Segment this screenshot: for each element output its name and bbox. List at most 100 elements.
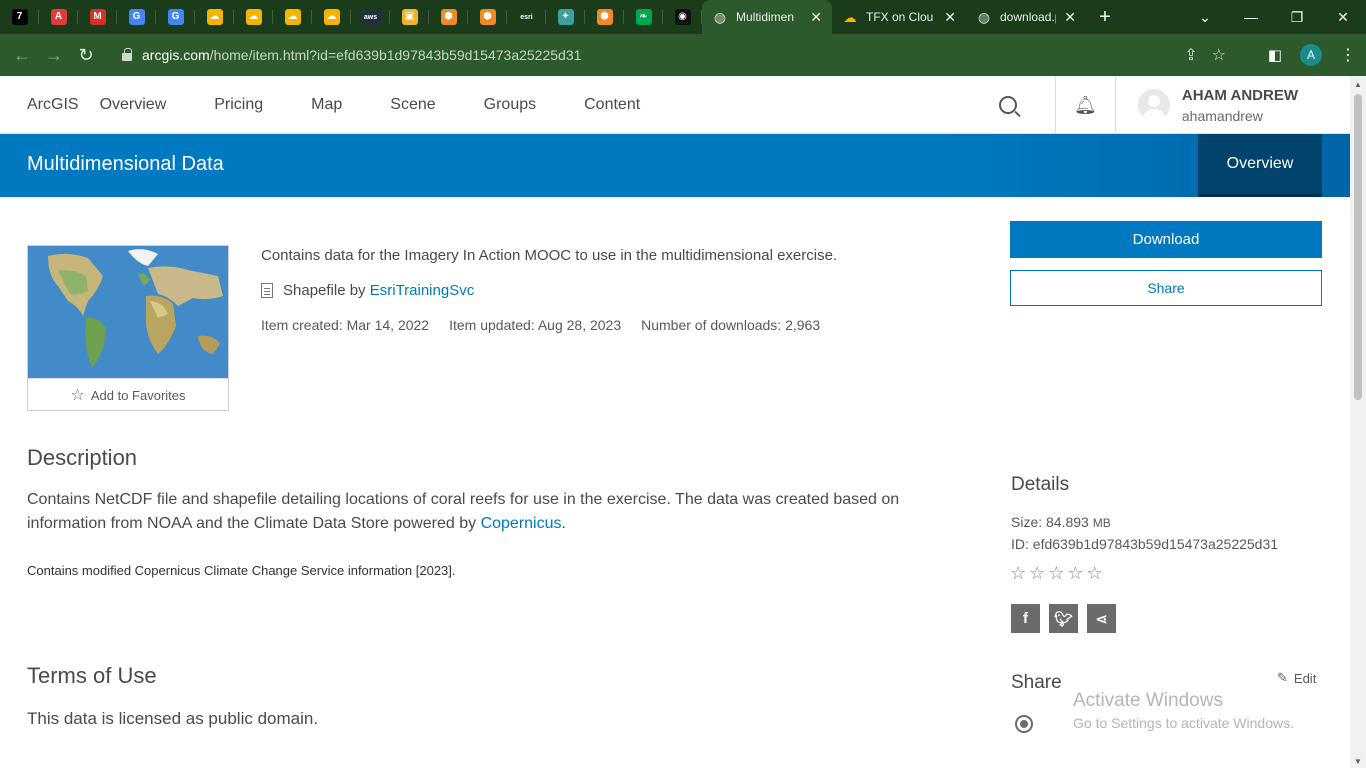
world-map-thumbnail [28, 246, 228, 378]
pinned-tab[interactable]: ☁ [234, 0, 273, 34]
forward-icon[interactable]: → [38, 45, 70, 66]
pinned-tab[interactable]: aws [351, 0, 390, 34]
star-icon[interactable]: ☆ [1010, 563, 1026, 584]
nav-overview[interactable]: Overview [100, 96, 167, 114]
leaf-icon: ❧ [635, 9, 652, 25]
add-to-favorites-label: Add to Favorites [90, 387, 186, 403]
tab-search-icon[interactable]: ⌄ [1182, 9, 1228, 26]
gmail-icon: M [89, 9, 106, 25]
description-heading: Description [27, 445, 138, 470]
address-bar: ← → ↻ arcgis.com/home/item.html?id=efd63… [0, 34, 1366, 76]
omnibox[interactable]: arcgis.com/home/item.html?id=efd639b1d97… [108, 39, 1234, 71]
google-icon: G [128, 9, 145, 25]
pinned-tab[interactable]: ⬢ [585, 0, 624, 34]
edit-share-button[interactable]: ✎ Edit [1277, 670, 1316, 686]
download-button[interactable]: Download [1010, 221, 1322, 258]
box-icon: ▣ [401, 9, 418, 25]
share-button[interactable]: Share [1010, 270, 1322, 306]
pinned-tab[interactable]: G [156, 0, 195, 34]
google-icon: G [167, 9, 184, 25]
side-panel-icon[interactable]: ◧ [1268, 46, 1282, 64]
lock-icon[interactable] [122, 48, 132, 61]
share-page-icon[interactable]: ⇪ [1184, 45, 1197, 65]
back-icon[interactable]: ← [6, 45, 38, 66]
search-icon[interactable] [999, 96, 1018, 114]
tab-tfx[interactable]: ☁ TFX on Clou ✕ [832, 0, 966, 34]
close-tab-icon[interactable]: ✕ [1064, 9, 1076, 26]
aws-icon: aws [360, 9, 381, 25]
edit-label: Edit [1293, 670, 1317, 686]
nav-scene[interactable]: Scene [390, 96, 435, 114]
star-icon[interactable]: ☆ [1048, 563, 1064, 584]
details-id: ID: efd639b1d97843b59d15473a25225d31 [1011, 536, 1279, 552]
pinned-tab[interactable]: 7 [0, 0, 39, 34]
rating-stars[interactable]: ☆ ☆ ☆ ☆ ☆ [1010, 563, 1103, 584]
tab-title: download.p [1000, 10, 1057, 24]
pinned-tab[interactable]: A [39, 0, 78, 34]
gcloud-icon: ☁ [206, 9, 223, 25]
seven-icon: 7 [11, 9, 28, 25]
copernicus-link[interactable]: Copernicus [481, 515, 562, 532]
item-created: Item created: Mar 14, 2022 [261, 317, 430, 333]
bookmark-star-icon[interactable]: ☆ [1212, 45, 1226, 65]
new-tab-button[interactable]: + [1086, 0, 1124, 34]
tab-download[interactable]: ◍ download.p ✕ [966, 0, 1086, 34]
pinned-tab[interactable]: ✦ [546, 0, 585, 34]
minimize-icon[interactable]: — [1228, 9, 1274, 25]
owner-link[interactable]: EsriTrainingSvc [370, 282, 474, 299]
pinned-tab[interactable]: M [78, 0, 117, 34]
gcloud-icon: ☁ [284, 9, 301, 25]
pinned-tab[interactable]: ☁ [273, 0, 312, 34]
restore-icon[interactable]: ❐ [1274, 9, 1320, 26]
user-menu[interactable]: AHAM ANDREW ahamandrew [1116, 87, 1350, 124]
globe-icon [1015, 715, 1033, 733]
nav-pricing[interactable]: Pricing [214, 96, 263, 114]
pinned-tab[interactable]: esri [507, 0, 546, 34]
scroll-up-icon[interactable]: ▲ [1354, 80, 1362, 89]
nav-map[interactable]: Map [311, 96, 342, 114]
pinned-tab[interactable]: ❧ [624, 0, 663, 34]
tab-overview[interactable]: Overview [1198, 134, 1322, 197]
star-icon[interactable]: ☆ [1029, 563, 1045, 584]
activate-windows-watermark: Activate Windows Go to Settings to activ… [1073, 690, 1294, 731]
nav-content[interactable]: Content [584, 96, 640, 114]
cube-icon: ⬢ [596, 9, 613, 25]
tab-multidimensional[interactable]: ◍ Multidimen ✕ [702, 0, 832, 34]
notification-bell-icon[interactable]: 🔔︎ [1055, 76, 1116, 134]
pinned-tab[interactable]: ⬢ [468, 0, 507, 34]
scrollbar-thumb[interactable] [1354, 94, 1362, 400]
star-icon[interactable]: ☆ [1067, 563, 1083, 584]
close-tab-icon[interactable]: ✕ [810, 9, 822, 26]
twitter-icon[interactable]: 🐦︎ [1049, 604, 1078, 633]
pinned-tab[interactable]: ☁ [195, 0, 234, 34]
star-icon[interactable]: ☆ [1087, 563, 1103, 584]
pinned-tabs: 7 A M G G ☁ ☁ ☁ ☁ aws ▣ ⬢ ⬢ esri ✦ ⬢ ❧ ◉ [0, 0, 702, 34]
browser-tabstrip: 7 A M G G ☁ ☁ ☁ ☁ aws ▣ ⬢ ⬢ esri ✦ ⬢ ❧ ◉ ◍ Multidimen ✕ ☁… [0, 0, 1366, 34]
url-text[interactable]: arcgis.com/home/item.html?id=efd639b1d97… [142, 47, 581, 63]
nav-groups[interactable]: Groups [484, 96, 536, 114]
pinned-tab[interactable]: ◉ [663, 0, 702, 34]
pinned-tab[interactable]: ▣ [390, 0, 429, 34]
gcloud-icon: ☁ [843, 9, 857, 25]
nav-arcgis[interactable]: ArcGIS [27, 96, 79, 114]
browser-menu-icon[interactable]: ⋮ [1340, 45, 1356, 65]
reload-icon[interactable]: ↻ [70, 45, 102, 66]
gcloud-icon: ☁ [245, 9, 262, 25]
pinned-tab[interactable]: ☁ [312, 0, 351, 34]
scroll-down-icon[interactable]: ▼ [1354, 757, 1362, 766]
item-banner: Multidimensional Data Overview [0, 134, 1350, 197]
item-type: Shapefile by [283, 282, 366, 299]
pinned-tab[interactable]: G [117, 0, 156, 34]
window-controls: ⌄ — ❐ ✕ [1182, 0, 1366, 34]
star-icon: ☆ [70, 387, 85, 404]
add-to-favorites-button[interactable]: ☆ Add to Favorites [28, 378, 228, 411]
cube-icon: ⬢ [479, 9, 496, 25]
pinned-tab[interactable]: ⬢ [429, 0, 468, 34]
top-navigation: ArcGIS Overview Pricing Map Scene Groups… [0, 76, 1350, 134]
share-link-icon[interactable]: ⋖ [1087, 604, 1116, 633]
facebook-icon[interactable]: f [1011, 604, 1040, 633]
page-scrollbar[interactable]: ▲ ▼ [1350, 76, 1366, 768]
close-window-icon[interactable]: ✕ [1320, 9, 1366, 26]
profile-avatar[interactable]: A [1300, 44, 1322, 66]
close-tab-icon[interactable]: ✕ [944, 9, 956, 26]
